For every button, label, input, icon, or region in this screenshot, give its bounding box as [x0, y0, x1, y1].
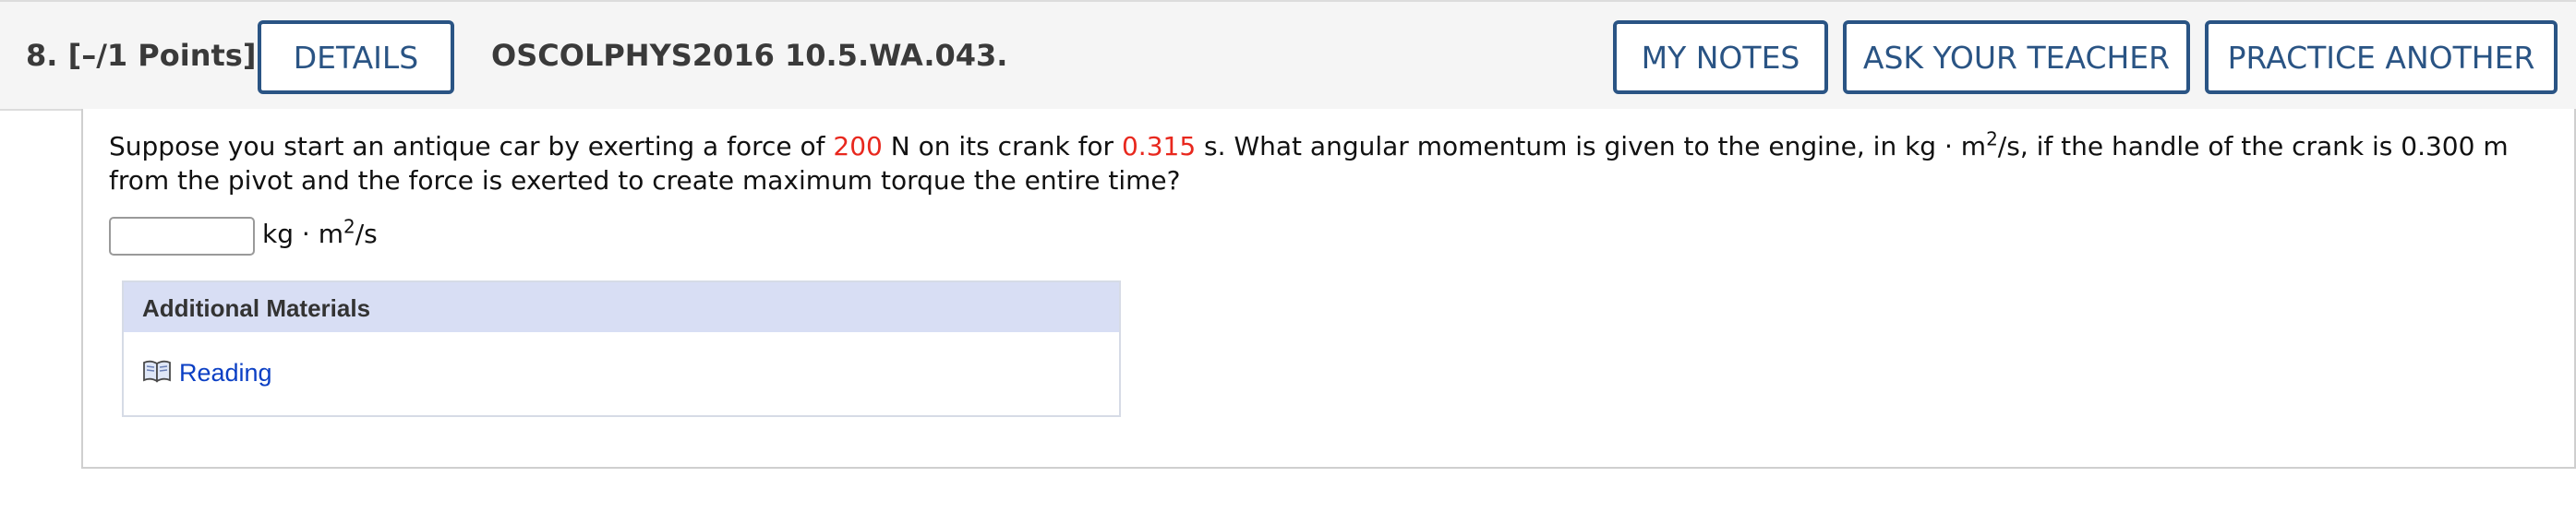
question-points-label: 8. [–/1 Points] [26, 38, 257, 73]
question-text-part2: N on its crank for [882, 131, 1122, 161]
reading-label: Reading [179, 358, 272, 387]
additional-materials-header: Additional Materials [124, 282, 1119, 332]
question-text-part1: Suppose you start an antique car by exer… [109, 131, 834, 161]
units-prefix: kg · m [262, 219, 343, 249]
additional-materials-title: Additional Materials [142, 294, 371, 322]
question-text: Suppose you start an antique car by exer… [109, 129, 2546, 197]
question-text-part3: s. What angular momentum is given to the… [1196, 131, 1987, 161]
reading-link[interactable]: Reading [142, 358, 272, 388]
problem-code: OSCOLPHYS2016 10.5.WA.043. [491, 38, 1008, 73]
details-button[interactable]: DETAILS [258, 20, 454, 94]
answer-input[interactable] [109, 217, 255, 256]
practice-another-button[interactable]: PRACTICE ANOTHER [2205, 20, 2558, 94]
my-notes-button[interactable]: MY NOTES [1613, 20, 1828, 94]
units-suffix: /s [355, 219, 378, 249]
additional-materials-box: Additional Materials Reading [122, 280, 1121, 417]
force-value: 200 [833, 131, 883, 161]
ask-your-teacher-button[interactable]: ASK YOUR TEACHER [1843, 20, 2190, 94]
units-exponent: 2 [343, 215, 355, 238]
time-value: 0.315 [1121, 131, 1197, 161]
book-icon [142, 358, 172, 388]
answer-units: kg · m2/s [262, 215, 378, 249]
question-header: 8. [–/1 Points] DETAILS OSCOLPHYS2016 10… [0, 0, 2576, 111]
question-exponent: 2 [1986, 127, 1998, 150]
